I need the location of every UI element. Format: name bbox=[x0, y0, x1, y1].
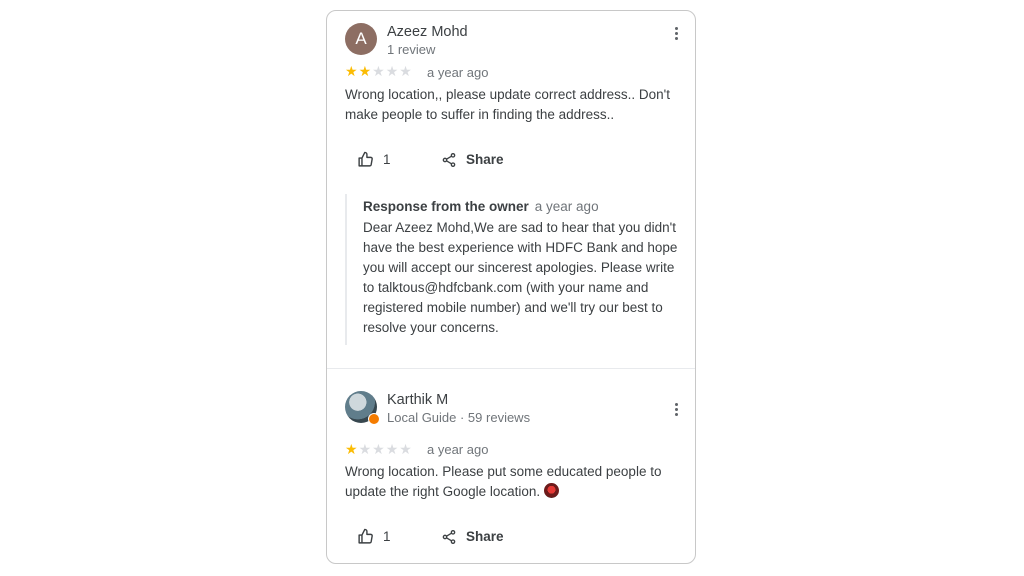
review-actions: 1 Share bbox=[357, 151, 504, 168]
share-label: Share bbox=[466, 152, 504, 167]
review-actions: 1 Share bbox=[357, 528, 504, 545]
more-options-icon[interactable] bbox=[673, 403, 679, 419]
star-empty-icon: ★ bbox=[372, 441, 385, 457]
star-rating: ★ ★ ★ ★ ★ bbox=[345, 64, 412, 78]
owner-response-header: Response from the owner a year ago bbox=[363, 199, 599, 214]
share-label: Share bbox=[466, 529, 504, 544]
star-empty-icon: ★ bbox=[399, 441, 412, 457]
owner-response: Response from the owner a year ago Dear A… bbox=[345, 194, 681, 345]
star-empty-icon: ★ bbox=[385, 441, 399, 457]
star-filled-icon: ★ bbox=[358, 63, 372, 79]
like-button[interactable]: 1 bbox=[357, 151, 441, 168]
like-button[interactable]: 1 bbox=[357, 528, 441, 545]
share-icon bbox=[442, 152, 456, 167]
local-guide-badge-icon bbox=[368, 413, 380, 425]
reviews-panel: A Azeez Mohd 1 review ★ ★ ★ ★ ★ a year ago W… bbox=[326, 10, 696, 564]
review-divider bbox=[327, 368, 695, 369]
avatar[interactable] bbox=[345, 391, 380, 425]
share-button[interactable]: Share bbox=[441, 152, 504, 168]
review-time: a year ago bbox=[427, 442, 489, 457]
reviewer-meta: 1 review bbox=[387, 42, 436, 57]
review-text: Wrong location. Please put some educated… bbox=[345, 462, 685, 502]
star-empty-icon: ★ bbox=[385, 63, 399, 79]
like-count: 1 bbox=[383, 529, 391, 544]
avatar[interactable]: A bbox=[345, 23, 377, 55]
reviewer-meta: Local Guide · 59 reviews bbox=[387, 410, 531, 425]
star-empty-icon: ★ bbox=[358, 441, 372, 457]
owner-response-title: Response from the owner bbox=[363, 199, 529, 214]
star-filled-icon: ★ bbox=[345, 63, 358, 79]
share-button[interactable]: Share bbox=[441, 529, 504, 545]
star-empty-icon: ★ bbox=[372, 63, 385, 79]
star-rating: ★ ★ ★ ★ ★ bbox=[345, 442, 412, 456]
owner-response-time: a year ago bbox=[534, 199, 599, 214]
thumbs-up-icon bbox=[358, 151, 373, 167]
star-filled-icon: ★ bbox=[345, 441, 358, 457]
reviewer-name[interactable]: Karthik M bbox=[387, 392, 448, 408]
angry-face-emoji-icon bbox=[544, 483, 560, 498]
reviewer-name[interactable]: Azeez Mohd bbox=[387, 24, 468, 40]
review-text-content: Wrong location. Please put some educated… bbox=[345, 464, 662, 499]
review-text: Wrong location,, please update correct a… bbox=[345, 87, 671, 122]
star-empty-icon: ★ bbox=[399, 63, 412, 79]
share-icon bbox=[442, 529, 456, 544]
thumbs-up-icon bbox=[358, 528, 373, 544]
owner-response-text: Dear Azeez Mohd,We are sad to hear that … bbox=[363, 220, 678, 335]
like-count: 1 bbox=[383, 152, 391, 167]
review-time: a year ago bbox=[427, 65, 489, 80]
more-options-icon[interactable] bbox=[673, 27, 679, 43]
